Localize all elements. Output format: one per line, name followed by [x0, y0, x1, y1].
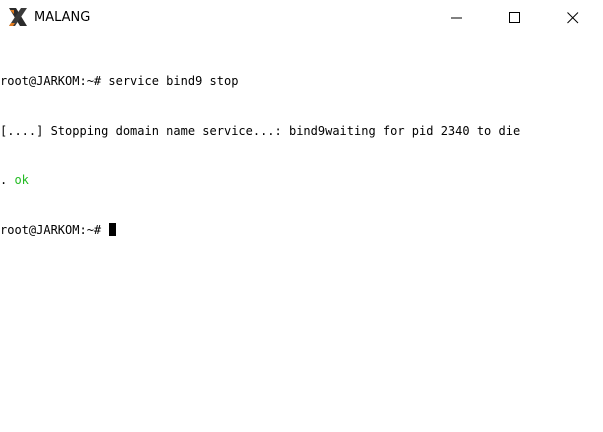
- text-cursor: [109, 222, 117, 236]
- xlaunch-x-icon: [7, 6, 29, 28]
- terminal-line: root@JARKOM:~# service bind9 stop: [0, 74, 239, 88]
- status-ok-text: ok: [14, 173, 29, 187]
- close-icon: [567, 12, 579, 24]
- maximize-button[interactable]: [492, 0, 538, 35]
- minimize-button[interactable]: [434, 0, 480, 35]
- window-title: MALANG: [34, 10, 91, 25]
- terminal-line: . ok: [0, 172, 603, 189]
- terminal-line: [....] Stopping domain name service...: …: [0, 123, 521, 138]
- title-bar[interactable]: MALANG: [0, 0, 603, 35]
- maximize-icon: [509, 12, 520, 23]
- minimize-icon: [451, 17, 462, 19]
- shell-prompt: root@JARKOM:~#: [0, 222, 109, 237]
- terminal-prompt-line[interactable]: root@JARKOM:~#: [0, 222, 603, 239]
- terminal-output[interactable]: root@JARKOM:~# service bind9 stop [....]…: [0, 40, 603, 432]
- close-button[interactable]: [550, 0, 596, 35]
- terminal-window: MALANG root@JARKOM:~# service bind9 stop…: [0, 0, 603, 432]
- terminal-line-prefix: .: [0, 173, 15, 187]
